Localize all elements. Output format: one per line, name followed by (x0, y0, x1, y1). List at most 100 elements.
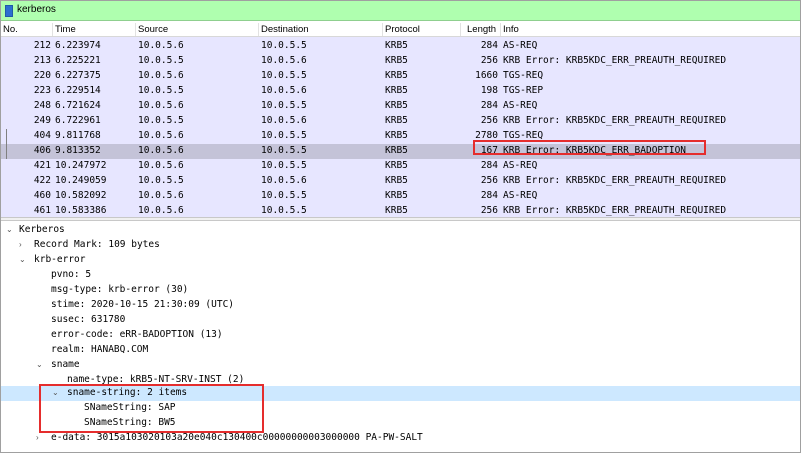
packet-source: 10.0.5.6 (138, 100, 184, 111)
column-header-info[interactable]: Info (503, 24, 519, 35)
packet-protocol: KRB5 (385, 70, 408, 81)
tree-field-msg-type[interactable]: msg-type: krb-error (30) (1, 283, 800, 298)
packet-source: 10.0.5.5 (138, 55, 184, 66)
packet-info: TGS-REQ (503, 70, 544, 81)
display-filter-input[interactable]: kerberos (17, 4, 56, 15)
packet-no: 223 (33, 85, 51, 96)
tree-label: error-code: eRR-BADOPTION (13) (51, 329, 223, 340)
packet-source: 10.0.5.6 (138, 190, 184, 201)
packet-row[interactable]: 223 6.229514 10.0.5.5 10.0.5.6 KRB5 198 … (1, 84, 800, 99)
packet-row[interactable]: 249 6.722961 10.0.5.5 10.0.5.6 KRB5 256 … (1, 114, 800, 129)
column-separator[interactable] (52, 23, 53, 36)
chevron-right-icon[interactable]: › (36, 434, 44, 442)
column-header-source[interactable]: Source (138, 24, 168, 35)
tree-field-stime[interactable]: stime: 2020-10-15 21:30:09 (UTC) (1, 298, 800, 313)
packet-length: 256 (480, 115, 498, 126)
tree-field-error-code[interactable]: error-code: eRR-BADOPTION (13) (1, 328, 800, 343)
packet-no: 421 (33, 160, 51, 171)
column-separator[interactable] (460, 23, 461, 36)
packet-no: 404 (33, 130, 51, 141)
packet-info: AS-REQ (503, 100, 538, 111)
packet-destination: 10.0.5.5 (261, 40, 307, 51)
packet-time: 10.583386 (55, 205, 107, 216)
tree-label: Kerberos (19, 224, 65, 235)
packet-source: 10.0.5.5 (138, 85, 184, 96)
pane-splitter[interactable] (1, 217, 800, 221)
column-separator[interactable] (382, 23, 383, 36)
column-header-time[interactable]: Time (55, 24, 76, 35)
tree-node-krb-error[interactable]: ⌄ krb-error (1, 253, 800, 268)
packet-destination: 10.0.5.5 (261, 160, 307, 171)
annotation-highlight-badoption (473, 140, 706, 155)
packet-info: KRB Error: KRB5KDC_ERR_PREAUTH_REQUIRED (503, 115, 727, 126)
column-header-no[interactable]: No. (3, 24, 18, 35)
packet-row[interactable]: 460 10.582092 10.0.5.6 10.0.5.5 KRB5 284… (1, 189, 800, 204)
packet-destination: 10.0.5.5 (261, 130, 307, 141)
packet-time: 10.582092 (55, 190, 107, 201)
column-header-length[interactable]: Length (467, 24, 496, 35)
tree-node-kerberos[interactable]: ⌄ Kerberos (1, 223, 800, 238)
packet-time: 6.227375 (55, 70, 101, 81)
packet-protocol: KRB5 (385, 205, 408, 216)
column-separator[interactable] (258, 23, 259, 36)
packet-row[interactable]: 421 10.247972 10.0.5.6 10.0.5.5 KRB5 284… (1, 159, 800, 174)
packet-time: 10.247972 (55, 160, 107, 171)
packet-row[interactable]: 213 6.225221 10.0.5.5 10.0.5.6 KRB5 256 … (1, 54, 800, 69)
chevron-down-icon[interactable]: ⌄ (36, 361, 44, 369)
packet-list: 212 6.223974 10.0.5.6 10.0.5.5 KRB5 284 … (1, 37, 800, 217)
tree-field-susec[interactable]: susec: 631780 (1, 313, 800, 328)
packet-no: 212 (33, 40, 51, 51)
column-header-protocol[interactable]: Protocol (385, 24, 420, 35)
tree-label: pvno: 5 (51, 269, 92, 280)
packet-destination: 10.0.5.6 (261, 55, 307, 66)
annotation-highlight-sname-string (39, 384, 264, 433)
tree-label: msg-type: krb-error (30) (51, 284, 189, 295)
column-separator[interactable] (500, 23, 501, 36)
bookmark-icon[interactable] (5, 5, 13, 17)
packet-time: 10.249059 (55, 175, 107, 186)
packet-protocol: KRB5 (385, 160, 408, 171)
tree-node-record-mark[interactable]: › Record Mark: 109 bytes (1, 238, 800, 253)
packet-no: 460 (33, 190, 51, 201)
packet-row[interactable]: 422 10.249059 10.0.5.5 10.0.5.6 KRB5 256… (1, 174, 800, 189)
tree-field-realm[interactable]: realm: HANABQ.COM (1, 343, 800, 358)
column-separator[interactable] (135, 23, 136, 36)
packet-source: 10.0.5.6 (138, 205, 184, 216)
display-filter-bar[interactable]: kerberos (1, 1, 800, 21)
packet-length: 284 (480, 160, 498, 171)
packet-info: KRB Error: KRB5KDC_ERR_PREAUTH_REQUIRED (503, 55, 727, 66)
packet-source: 10.0.5.6 (138, 40, 184, 51)
packet-protocol: KRB5 (385, 85, 408, 96)
packet-time: 6.225221 (55, 55, 101, 66)
packet-info: AS-REQ (503, 160, 538, 171)
packet-source: 10.0.5.5 (138, 115, 184, 126)
packet-protocol: KRB5 (385, 100, 408, 111)
packet-destination: 10.0.5.5 (261, 205, 307, 216)
packet-protocol: KRB5 (385, 55, 408, 66)
column-header-destination[interactable]: Destination (261, 24, 309, 35)
packet-time: 9.811768 (55, 130, 101, 141)
packet-time: 6.722961 (55, 115, 101, 126)
chevron-right-icon[interactable]: › (19, 241, 27, 249)
packet-destination: 10.0.5.6 (261, 175, 307, 186)
chevron-down-icon[interactable]: ⌄ (6, 226, 14, 234)
packet-length: 284 (480, 190, 498, 201)
chevron-down-icon[interactable]: ⌄ (19, 256, 27, 264)
packet-length: 284 (480, 40, 498, 51)
tree-label: realm: HANABQ.COM (51, 344, 149, 355)
packet-destination: 10.0.5.6 (261, 85, 307, 96)
packet-info: AS-REQ (503, 40, 538, 51)
tree-node-e-data[interactable]: › e-data: 3015a103020103a20e040c130400c0… (1, 431, 800, 446)
tree-label: Record Mark: 109 bytes (34, 239, 160, 250)
packet-no: 248 (33, 100, 51, 111)
packet-info: AS-REQ (503, 190, 538, 201)
packet-length: 1660 (475, 70, 498, 81)
packet-row[interactable]: 212 6.223974 10.0.5.6 10.0.5.5 KRB5 284 … (1, 39, 800, 54)
packet-protocol: KRB5 (385, 130, 408, 141)
packet-source: 10.0.5.6 (138, 130, 184, 141)
tree-field-pvno[interactable]: pvno: 5 (1, 268, 800, 283)
packet-info: KRB Error: KRB5KDC_ERR_PREAUTH_REQUIRED (503, 175, 727, 186)
packet-row[interactable]: 220 6.227375 10.0.5.6 10.0.5.5 KRB5 1660… (1, 69, 800, 84)
packet-row[interactable]: 248 6.721624 10.0.5.6 10.0.5.5 KRB5 284 … (1, 99, 800, 114)
tree-node-sname[interactable]: ⌄ sname (1, 358, 800, 373)
